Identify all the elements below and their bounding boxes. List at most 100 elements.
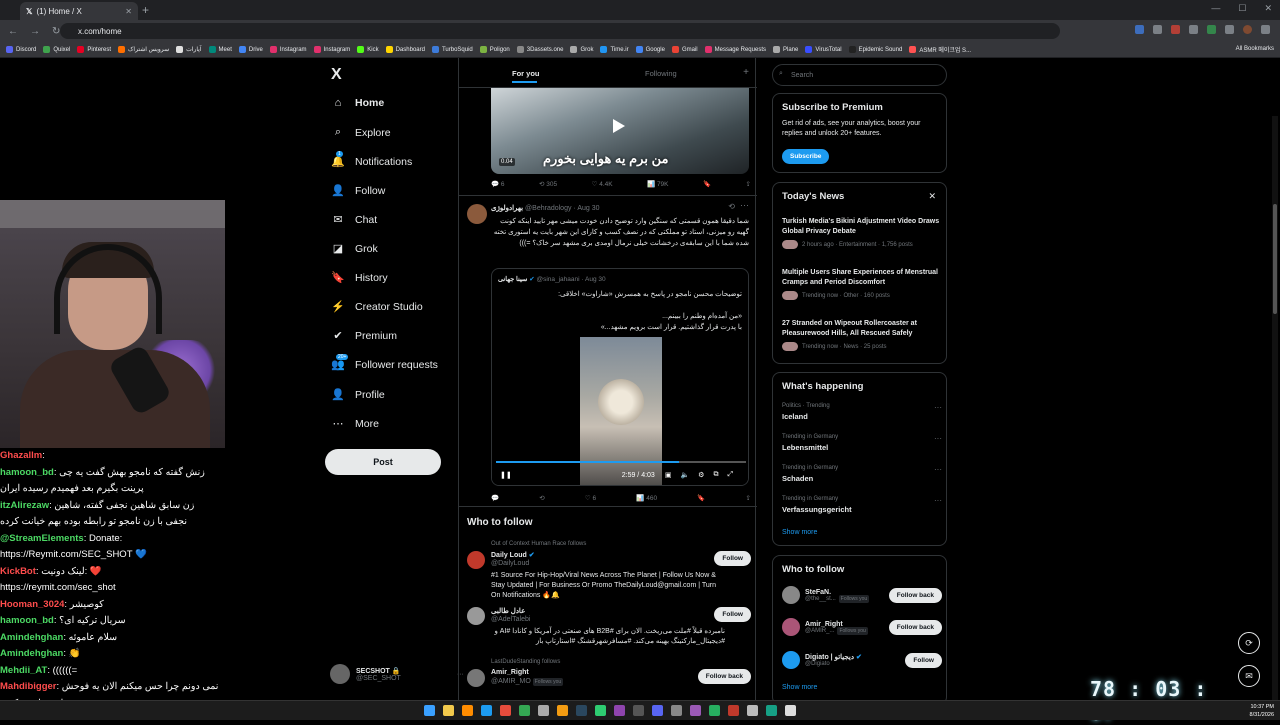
forward-icon[interactable]: → bbox=[30, 26, 40, 37]
more-icon[interactable]: ··· bbox=[934, 403, 942, 412]
bookmark-icon[interactable]: 🔖 bbox=[697, 494, 705, 502]
nav-item-home[interactable]: ⌂ Home bbox=[331, 97, 385, 109]
grok-icon[interactable]: ⟲ bbox=[728, 202, 735, 211]
pip-icon[interactable]: ⧉ bbox=[713, 471, 718, 479]
tab-following[interactable]: Following bbox=[645, 69, 677, 78]
windows-start-icon[interactable] bbox=[424, 705, 435, 716]
post-button[interactable]: Post bbox=[325, 449, 441, 475]
bookmark-item[interactable]: Discord bbox=[6, 46, 36, 53]
repost-button[interactable]: ⟲ bbox=[539, 494, 544, 502]
bookmark-item[interactable]: Instagram bbox=[313, 46, 350, 53]
nav-item-history[interactable]: 🔖 History bbox=[331, 271, 388, 285]
nav-item-notifications[interactable]: 🔔 1 Notifications bbox=[331, 151, 412, 168]
news-item[interactable]: Multiple Users Share Experiences of Mens… bbox=[782, 268, 942, 300]
avatar[interactable] bbox=[782, 586, 800, 604]
follow-button[interactable]: Follow bbox=[714, 607, 751, 622]
show-more-link[interactable]: Show more bbox=[782, 684, 817, 691]
follow-button[interactable]: Follow bbox=[905, 652, 942, 668]
follow-back-button[interactable]: Follow back bbox=[697, 669, 751, 684]
nav-item-chat[interactable]: ✉ Chat bbox=[331, 213, 377, 227]
maximize-icon[interactable]: ☐ bbox=[1238, 3, 1246, 14]
app-icon[interactable] bbox=[481, 705, 492, 716]
trend-item[interactable]: Trending in Germany Schaden ··· bbox=[782, 465, 942, 483]
news-item[interactable]: Turkish Media's Bikini Adjustment Video … bbox=[782, 217, 942, 249]
bookmark-item[interactable]: Time.ir bbox=[600, 46, 629, 53]
app-icon[interactable] bbox=[500, 705, 511, 716]
nav-item-profile[interactable]: 👤 Profile bbox=[331, 388, 385, 402]
nav-item-creator-studio[interactable]: ⚡ Creator Studio bbox=[331, 300, 423, 314]
bookmark-item[interactable]: VirusTotal bbox=[805, 46, 842, 53]
reply-button[interactable]: 💬 bbox=[491, 494, 499, 502]
bookmark-item[interactable]: Epidemic Sound bbox=[848, 46, 902, 53]
close-tab-icon[interactable]: ✕ bbox=[125, 7, 132, 16]
menu-icon[interactable] bbox=[1261, 25, 1270, 34]
avatar[interactable] bbox=[782, 618, 800, 636]
share-icon[interactable]: ⇪ bbox=[746, 494, 751, 502]
bookmark-item[interactable]: TurboSquid bbox=[431, 46, 473, 53]
close-window-icon[interactable]: ✕ bbox=[1264, 3, 1272, 14]
bookmark-icon[interactable]: 🔖 bbox=[703, 180, 711, 188]
extension-icon[interactable] bbox=[1135, 25, 1144, 34]
nav-item-more[interactable]: ⋯ More bbox=[331, 417, 379, 431]
views-button[interactable]: 📊 460 bbox=[636, 494, 657, 502]
account-switcher[interactable]: SECSHOT 🔒 @SEC_SHOT ··· bbox=[330, 664, 464, 684]
bookmark-item[interactable]: Instagram bbox=[269, 46, 307, 53]
bookmark-item[interactable]: سرویس اشتراک bbox=[118, 46, 169, 53]
tweet-date[interactable]: Aug 30 bbox=[577, 205, 599, 212]
avatar[interactable] bbox=[467, 669, 485, 687]
x-logo-icon[interactable]: X bbox=[331, 66, 342, 84]
page-scrollbar[interactable] bbox=[1272, 116, 1278, 700]
avatar[interactable] bbox=[782, 651, 800, 669]
more-icon[interactable]: ··· bbox=[740, 200, 749, 210]
add-feed-icon[interactable]: + bbox=[743, 67, 749, 78]
follow-suggestion[interactable]: Out of Context Human Race follows Daily … bbox=[467, 541, 751, 611]
search-icon[interactable] bbox=[462, 705, 473, 716]
file-explorer-icon[interactable] bbox=[443, 705, 454, 716]
bookmark-item[interactable]: Meet bbox=[208, 46, 232, 53]
bookmark-item[interactable]: Quixel bbox=[43, 46, 70, 53]
video-player[interactable]: ❚❚ 2:59 / 4:03 ▣ 🔈 ⚙ ⧉ ⤢ bbox=[492, 337, 748, 485]
nav-item-grok[interactable]: ◪ Grok bbox=[331, 242, 378, 256]
bookmark-item[interactable]: Drive bbox=[238, 46, 263, 53]
app-icon[interactable] bbox=[557, 705, 568, 716]
volume-icon[interactable]: 🔈 bbox=[680, 471, 689, 479]
tweet[interactable]: بهرادولوژی @Behradology · Aug 30 ⟲ ··· ش… bbox=[459, 195, 757, 502]
nav-item-follower-requests[interactable]: 👥 20+ Follower requests bbox=[331, 354, 438, 371]
views-button[interactable]: 📊 79K bbox=[647, 180, 668, 188]
grok-float-icon[interactable]: ⟳ bbox=[1238, 632, 1260, 654]
extension-icon[interactable] bbox=[1189, 25, 1198, 34]
app-icon[interactable] bbox=[747, 705, 758, 716]
repost-button[interactable]: ⟲ 305 bbox=[539, 180, 557, 188]
close-icon[interactable]: ✕ bbox=[928, 191, 936, 202]
follow-suggestion[interactable]: Digiato | دیجیاتو ✔ @Digiato Follow bbox=[782, 651, 942, 669]
video-player[interactable]: من برم یه هوایی بخورم 0.04 bbox=[491, 88, 749, 174]
new-tab-button[interactable]: + bbox=[142, 3, 149, 17]
system-tray-clock[interactable]: 10:37 PM 8/31/2026 bbox=[1250, 703, 1274, 719]
app-icon[interactable] bbox=[690, 705, 701, 716]
app-icon[interactable] bbox=[633, 705, 644, 716]
trend-item[interactable]: Trending in Germany Lebensmittel ··· bbox=[782, 434, 942, 452]
bookmark-item[interactable]: Message Requests bbox=[704, 46, 766, 53]
nav-item-premium[interactable]: ✔ Premium bbox=[331, 329, 397, 343]
search-input[interactable]: Search bbox=[772, 64, 947, 86]
app-icon[interactable] bbox=[614, 705, 625, 716]
tab-for-you[interactable]: For you bbox=[512, 69, 540, 83]
extension-icon[interactable] bbox=[1171, 25, 1180, 34]
back-icon[interactable]: ← bbox=[8, 26, 18, 37]
messages-float-icon[interactable]: ✉ bbox=[1238, 665, 1260, 687]
bookmark-item[interactable]: آپارات bbox=[176, 46, 202, 53]
trend-item[interactable]: Trending in Germany Verfassungsgericht ·… bbox=[782, 496, 942, 514]
trend-item[interactable]: Politics · Trending Iceland ··· bbox=[782, 403, 942, 421]
extension-icon[interactable] bbox=[1207, 25, 1216, 34]
more-icon[interactable]: ··· bbox=[934, 496, 942, 505]
extension-icon[interactable] bbox=[1225, 25, 1234, 34]
star-icon[interactable] bbox=[1153, 25, 1162, 34]
bookmark-item[interactable]: Poligon bbox=[479, 46, 510, 53]
nav-item-follow[interactable]: 👤 Follow bbox=[331, 184, 385, 198]
browser-tab[interactable]: 𝕏 (1) Home / X ✕ bbox=[20, 2, 138, 20]
bookmark-item[interactable]: Kick bbox=[357, 46, 379, 53]
quoted-tweet[interactable]: سینا جهانی ✔ @sina_jahaani · Aug 30 توضی… bbox=[491, 268, 749, 486]
news-item[interactable]: 27 Stranded on Wipeout Rollercoaster at … bbox=[782, 319, 942, 351]
follow-back-button[interactable]: Follow back bbox=[888, 619, 942, 635]
bookmark-item[interactable]: Plane bbox=[773, 46, 798, 53]
